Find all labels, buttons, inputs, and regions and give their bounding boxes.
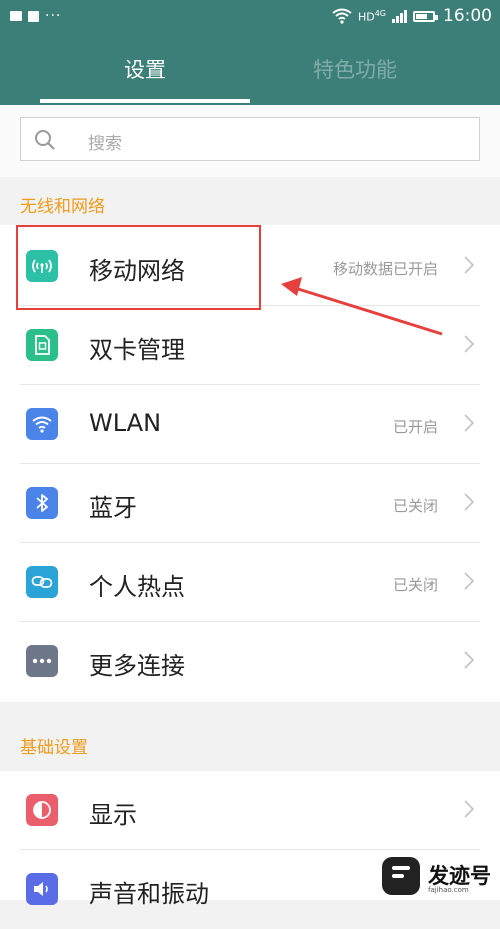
- chevron-right-icon: [464, 414, 475, 436]
- settings-row-dual-sim[interactable]: 双卡管理: [0, 306, 500, 385]
- settings-row-more-connections[interactable]: 更多连接: [0, 622, 500, 701]
- tab-settings[interactable]: 设置: [40, 54, 250, 84]
- status-bar: ··· HD4G 16:00: [0, 0, 500, 38]
- row-label: 更多连接: [89, 652, 185, 680]
- tab-features[interactable]: 特色功能: [250, 54, 460, 84]
- app-header: ··· HD4G 16:00 设置 特色功能: [0, 0, 500, 105]
- row-status: 已关闭: [392, 576, 438, 594]
- bluetooth-icon: [26, 487, 58, 519]
- settings-row-bluetooth[interactable]: 蓝牙 已关闭: [0, 464, 500, 543]
- more-notifications-icon: ···: [45, 8, 62, 24]
- search-input[interactable]: 搜索: [20, 117, 480, 161]
- row-label: 个人热点: [89, 573, 185, 601]
- watermark-badge: 发迹号 fajihao.com: [370, 852, 500, 900]
- row-label: 声音和振动: [89, 880, 209, 908]
- chevron-right-icon: [464, 651, 475, 673]
- search-icon: [33, 128, 57, 156]
- row-label: 显示: [89, 801, 137, 829]
- chevron-right-icon: [464, 572, 475, 594]
- section-title-wireless: 无线和网络: [20, 197, 105, 217]
- row-label: WLAN: [89, 409, 162, 437]
- wifi-icon: [26, 408, 58, 440]
- network-type: HD4G: [357, 8, 386, 24]
- image-notification-icon: [10, 11, 22, 21]
- hotspot-link-icon: [26, 566, 58, 598]
- highlight-box: [16, 225, 261, 310]
- chevron-right-icon: [464, 493, 475, 515]
- row-status: 移动数据已开启: [332, 260, 438, 278]
- settings-row-wlan[interactable]: WLAN 已开启: [0, 385, 500, 464]
- fajihao-logo-icon: [382, 857, 420, 895]
- row-label: 双卡管理: [89, 336, 185, 364]
- search-area: 搜索: [0, 105, 500, 177]
- row-label: 蓝牙: [89, 494, 137, 522]
- row-status: 已关闭: [392, 497, 438, 515]
- clock: 16:00: [443, 6, 492, 26]
- sound-icon: [26, 873, 58, 905]
- signal-bars-icon: [392, 9, 407, 23]
- section-title-basic: 基础设置: [20, 738, 88, 758]
- sim-card-icon: [26, 329, 58, 361]
- notification-icons: ···: [10, 8, 61, 24]
- watermark-text: 发迹号: [428, 863, 491, 888]
- display-icon: [26, 794, 58, 826]
- row-status: 已开启: [392, 418, 438, 436]
- chevron-right-icon: [464, 256, 475, 278]
- watermark-sub: fajihao.com: [428, 886, 469, 894]
- active-tab-indicator: [40, 99, 250, 103]
- battery-icon: [413, 10, 438, 22]
- wifi-status-icon: [332, 8, 352, 24]
- status-indicators: HD4G 16:00: [332, 6, 492, 26]
- more-dots-icon: [26, 645, 58, 677]
- chevron-right-icon: [464, 800, 475, 822]
- search-placeholder: 搜索: [88, 134, 122, 154]
- settings-row-display[interactable]: 显示: [0, 771, 500, 850]
- chevron-right-icon: [464, 335, 475, 357]
- grid-notification-icon: [28, 10, 39, 22]
- settings-row-hotspot[interactable]: 个人热点 已关闭: [0, 543, 500, 622]
